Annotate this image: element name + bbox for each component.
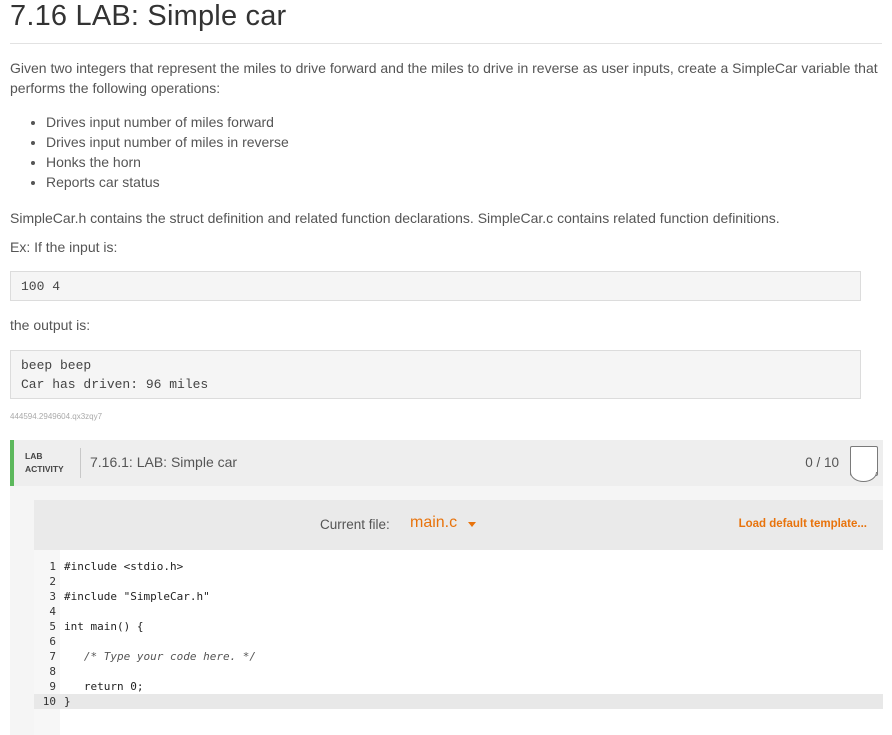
example-input-block: 100 4 [10, 271, 861, 301]
code-line[interactable]: 10} [34, 694, 883, 709]
output-line: beep beep [21, 358, 92, 373]
load-default-template-link[interactable]: Load default template... [739, 518, 867, 530]
lab-title: 7.16.1: LAB: Simple car [90, 454, 238, 470]
code-text[interactable]: #include "SimpleCar.h" [64, 589, 210, 604]
code-text[interactable]: /* Type your code here. */ [64, 649, 256, 664]
example-input-text: 100 4 [21, 279, 61, 294]
list-item: Reports car status [46, 172, 289, 192]
operations-list: Drives input number of miles forward Dri… [10, 112, 289, 192]
line-number: 7 [49, 650, 56, 663]
line-number: 4 [49, 605, 56, 618]
output-label: the output is: [10, 317, 91, 333]
example-label: Ex: If the input is: [10, 239, 118, 255]
chevron-down-icon[interactable] [468, 522, 476, 527]
file-bar: Current file: main.c Load default templa… [34, 500, 883, 550]
line-number: 6 [49, 635, 56, 648]
line-number: 1 [49, 560, 56, 573]
line-number: 3 [49, 590, 56, 603]
line-number: 5 [49, 620, 56, 633]
list-item: Honks the horn [46, 152, 289, 172]
code-line[interactable]: 2 [34, 574, 883, 589]
code-line[interactable]: 8 [34, 664, 883, 679]
code-line[interactable]: 4 [34, 604, 883, 619]
score-badge-icon [850, 446, 878, 482]
code-line[interactable]: 3 #include "SimpleCar.h" [34, 589, 883, 604]
example-output-block: beep beep Car has driven: 96 miles [10, 350, 861, 399]
line-number: 10 [42, 695, 56, 708]
code-text[interactable]: #include <stdio.h> [64, 559, 183, 574]
struct-note: SimpleCar.h contains the struct definiti… [10, 210, 780, 226]
current-file-select[interactable]: main.c [410, 514, 457, 532]
code-editor[interactable]: 1 #include <stdio.h> 2 3 #include "SimpleCar… [34, 550, 883, 735]
current-file-label: Current file: [320, 517, 390, 532]
lab-panel: Current file: main.c Load default templa… [10, 486, 883, 735]
header-separator [80, 448, 81, 478]
list-item: Drives input number of miles in reverse [46, 132, 289, 152]
title-divider [10, 43, 882, 44]
lab-activity-header: LAB ACTIVITY 7.16.1: LAB: Simple car 0 /… [10, 440, 883, 486]
lab-tag-line: LAB [25, 451, 43, 461]
code-line[interactable]: 5 int main() { [34, 619, 883, 634]
score-text: 0 / 10 [805, 455, 839, 470]
list-item: Drives input number of miles forward [46, 112, 289, 132]
activity-id: 444594.2949604.qx3zqy7 [10, 412, 103, 421]
lab-activity-tag: LAB ACTIVITY [25, 450, 64, 476]
code-line[interactable]: 6 [34, 634, 883, 649]
code-line[interactable]: 1 #include <stdio.h> [34, 559, 883, 574]
code-line[interactable]: 7 /* Type your code here. */ [34, 649, 883, 664]
code-text[interactable]: return 0; [64, 679, 144, 694]
line-number: 8 [49, 665, 56, 678]
line-number: 9 [49, 680, 56, 693]
code-text[interactable]: } [64, 694, 71, 709]
lab-tag-line: ACTIVITY [25, 464, 64, 474]
code-text[interactable]: int main() { [64, 619, 143, 634]
output-line: Car has driven: 96 miles [21, 377, 209, 392]
code-line[interactable]: 9 return 0; [34, 679, 883, 694]
page-title: 7.16 LAB: Simple car [10, 0, 287, 32]
line-number: 2 [49, 575, 56, 588]
intro-text: Given two integers that represent the mi… [10, 60, 878, 96]
